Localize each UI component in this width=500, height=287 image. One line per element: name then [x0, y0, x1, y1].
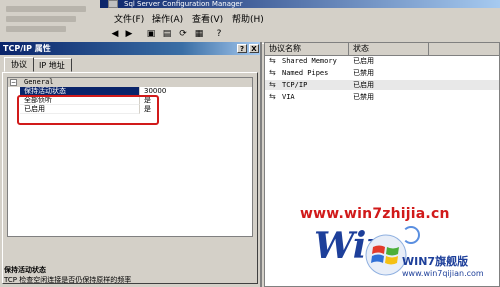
watermark-url: www.win7zhijia.cn [300, 206, 450, 222]
protocol-icon: ⇆ [269, 56, 276, 65]
refresh-icon[interactable]: ⟳ [176, 27, 190, 40]
background-window-strip [0, 0, 100, 40]
protocol-state: 已启用 [353, 57, 374, 65]
menu-action[interactable]: 操作(A) [152, 12, 183, 25]
protocol-state: 已启用 [353, 81, 374, 89]
help-icon[interactable]: ? [212, 27, 226, 40]
blurred-row [6, 6, 86, 12]
protocol-icon: ⇆ [269, 68, 276, 77]
protocol-name: Named Pipes [282, 69, 329, 77]
export-list-icon[interactable]: ▦ [192, 27, 206, 40]
category-label: General [24, 78, 54, 86]
tab-strip: 协议 IP 地址 [2, 57, 260, 72]
back-arrow-icon[interactable]: ◀ [108, 27, 122, 40]
protocol-name: Shared Memory [282, 57, 337, 65]
property-category[interactable]: − General [8, 78, 252, 87]
highlight-annotation [17, 95, 159, 125]
protocol-icon: ⇆ [269, 92, 276, 101]
column-header-state[interactable]: 状态 [349, 43, 429, 55]
watermark-brand-name: WIN7旗舰版 [402, 254, 469, 268]
forward-arrow-icon[interactable]: ▶ [122, 27, 136, 40]
swirl-icon [402, 226, 420, 244]
tcpip-properties-dialog: TCP/IP 属性 ? X 协议 IP 地址 − General 保持活动状态 … [0, 42, 262, 287]
menu-view[interactable]: 查看(V) [192, 12, 223, 25]
watermark-brand-url: www.win7qijian.com [402, 268, 484, 278]
list-header: 协议名称 状态 [265, 43, 499, 56]
watermark-brand: WIN7旗舰版 www.win7qijian.com [402, 249, 498, 281]
collapse-icon[interactable]: − [10, 79, 17, 86]
protocol-name: VIA [282, 93, 295, 101]
list-item[interactable]: ⇆ Named Pipes 已禁用 [265, 68, 499, 78]
description-title: 保持活动状态 [4, 266, 46, 274]
list-item[interactable]: ⇆ VIA 已禁用 [265, 92, 499, 102]
help-button[interactable]: ? [237, 44, 247, 53]
window-title: Sql Server Configuration Manager [124, 0, 243, 8]
app-icon [108, 0, 118, 8]
column-header-name[interactable]: 协议名称 [265, 43, 349, 55]
show-tree-icon[interactable]: ▤ [160, 27, 174, 40]
window-titlebar[interactable]: Sql Server Configuration Manager [100, 0, 500, 8]
close-button[interactable]: X [249, 44, 259, 53]
menu-file[interactable]: 文件(F) [114, 12, 144, 25]
blurred-row [6, 16, 76, 22]
menu-help[interactable]: 帮助(H) [232, 12, 264, 25]
blurred-row [6, 26, 66, 32]
list-item[interactable]: ⇆ Shared Memory 已启用 [265, 56, 499, 66]
dialog-title: TCP/IP 属性 [3, 44, 51, 53]
description-text: TCP 检查空闲连接是否仍保持原样的频率 [4, 276, 132, 284]
protocol-name: TCP/IP [282, 81, 308, 89]
protocol-state: 已禁用 [353, 93, 374, 101]
tab-ip-addresses[interactable]: IP 地址 [32, 58, 72, 72]
list-item[interactable]: ⇆ TCP/IP 已启用 [265, 80, 499, 90]
protocol-state: 已禁用 [353, 69, 374, 77]
dialog-titlebar[interactable]: TCP/IP 属性 [0, 42, 260, 55]
up-folder-icon[interactable]: ▣ [144, 27, 158, 40]
tab-protocol[interactable]: 协议 [4, 57, 34, 72]
protocol-icon: ⇆ [269, 80, 276, 89]
menubar: 文件(F) 操作(A) 查看(V) 帮助(H) [100, 9, 500, 25]
